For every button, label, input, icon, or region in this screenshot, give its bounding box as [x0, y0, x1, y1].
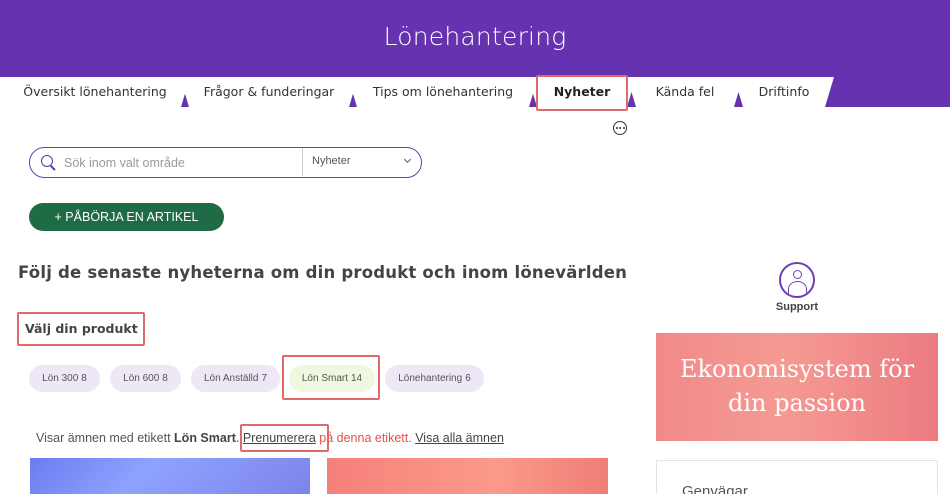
- banner-line-1: Ekonomisystem för: [679, 355, 915, 384]
- shortcuts-title: Genvägar: [682, 483, 748, 494]
- show-all-topics-link[interactable]: Visa alla ämnen: [415, 431, 504, 445]
- product-chip-lon-600[interactable]: Lön 600 8: [110, 365, 181, 392]
- article-card-image[interactable]: [30, 458, 310, 494]
- site-title: Lönehantering: [383, 22, 567, 51]
- filter-prefix: Visar ämnen med etikett: [36, 431, 171, 445]
- category-tabs: Översikt lönehantering Frågor & funderin…: [0, 77, 950, 107]
- search-divider: [302, 148, 303, 176]
- chip-label: Lönehantering: [398, 373, 463, 384]
- chip-count: 6: [465, 373, 471, 384]
- tab-oversikt[interactable]: Översikt lönehantering: [0, 77, 190, 107]
- product-chip-lonehantering[interactable]: Lönehantering 6: [385, 365, 484, 392]
- tab-tips[interactable]: Tips om lönehantering: [348, 77, 538, 107]
- filter-status: Visar ämnen med etikett Lön Smart. Prenu…: [36, 431, 504, 445]
- filter-dot: .: [235, 431, 240, 445]
- chevron-down-icon[interactable]: [403, 155, 412, 164]
- chip-count: 8: [162, 373, 168, 384]
- chip-label: Lön Smart: [301, 373, 348, 384]
- tab-kanda-fel[interactable]: Kända fel: [627, 77, 743, 107]
- article-card-image[interactable]: [327, 458, 608, 494]
- filter-suffix: på denna etikett.: [319, 431, 412, 445]
- chip-label: Lön Anställd: [203, 373, 259, 384]
- search-scope-select[interactable]: Nyheter: [312, 155, 351, 167]
- search-bar: Nyheter: [29, 147, 422, 178]
- product-chip-lon-300[interactable]: Lön 300 8: [29, 365, 100, 392]
- product-chip-lon-smart[interactable]: Lön Smart 14: [289, 365, 375, 392]
- subscribe-link[interactable]: Prenumerera: [243, 431, 316, 445]
- support-person-icon: [779, 262, 815, 298]
- chip-count: 7: [261, 373, 268, 384]
- shortcuts-panel: Genvägar: [656, 460, 938, 494]
- search-input[interactable]: [64, 152, 300, 173]
- support-link[interactable]: Support: [760, 262, 834, 313]
- site-header: Lönehantering Översikt lönehantering Frå…: [0, 0, 950, 107]
- chip-label: Lön 300: [42, 373, 79, 384]
- chip-label: Lön 600: [123, 373, 160, 384]
- chip-count: 14: [351, 373, 363, 384]
- product-chip-lon-anstalld[interactable]: Lön Anställd 7: [191, 365, 280, 392]
- filter-tag: Lön Smart: [174, 431, 236, 445]
- tab-driftinfo[interactable]: Driftinfo: [734, 77, 834, 107]
- tab-fragor[interactable]: Frågor & funderingar: [180, 77, 358, 107]
- promo-banner[interactable]: Ekonomisystem för din passion: [656, 333, 938, 441]
- choose-product-heading: Välj din produkt: [25, 321, 138, 336]
- more-options-icon[interactable]: [613, 121, 627, 135]
- new-article-button[interactable]: + PÅBÖRJA EN ARTIKEL: [29, 203, 224, 231]
- support-label: Support: [775, 301, 819, 313]
- search-icon: [41, 155, 53, 167]
- tab-nyheter[interactable]: Nyheter: [528, 77, 636, 107]
- page-heading: Följ de senaste nyheterna om din produkt…: [18, 263, 628, 282]
- banner-text: Ekonomisystem för din passion: [680, 353, 914, 420]
- chip-count: 8: [81, 373, 87, 384]
- banner-line-2: din passion: [727, 389, 866, 417]
